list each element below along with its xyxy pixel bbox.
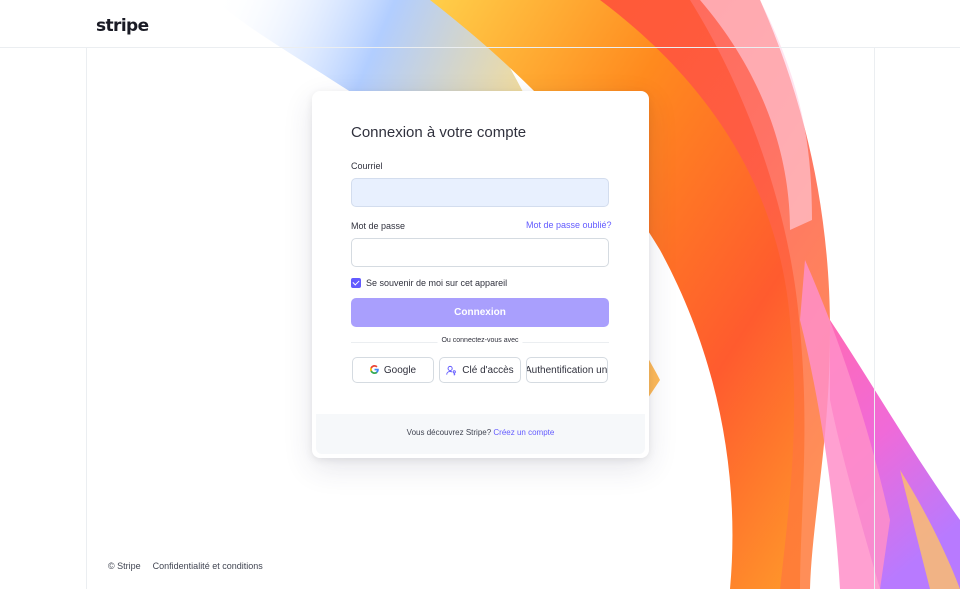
card-footer: Vous découvrez Stripe? Créez un compte <box>316 414 645 454</box>
password-field[interactable] <box>351 238 609 267</box>
top-bar: stripe <box>0 0 960 48</box>
google-login-button[interactable]: Google <box>352 357 434 383</box>
email-field[interactable] <box>351 178 609 207</box>
login-button[interactable]: Connexion <box>351 298 609 327</box>
sso-login-button[interactable]: Authentification un <box>526 357 608 383</box>
password-label: Mot de passe <box>351 221 406 231</box>
login-card: Connexion à votre compte Courriel Mot de… <box>312 91 649 458</box>
page-footer: © Stripe Confidentialité et conditions <box>108 561 263 571</box>
privacy-terms-link[interactable]: Confidentialité et conditions <box>153 561 263 571</box>
layout-rail-right <box>874 48 875 589</box>
email-label: Courriel <box>351 161 383 171</box>
remember-label: Se souvenir de moi sur cet appareil <box>366 278 508 288</box>
create-account-link[interactable]: Créez un compte <box>493 428 554 437</box>
remember-me[interactable]: Se souvenir de moi sur cet appareil <box>351 277 507 289</box>
signup-prompt-text: Vous découvrez Stripe? <box>406 428 492 437</box>
stripe-logo[interactable]: stripe <box>96 16 149 36</box>
passkey-login-button[interactable]: Clé d'accès <box>439 357 521 383</box>
passkey-icon <box>446 365 457 376</box>
signup-prompt: Vous découvrez Stripe? Créez un compte <box>316 428 645 437</box>
sso-label: Authentification un <box>526 364 608 376</box>
layout-rail-left <box>86 48 87 589</box>
divider-text: Ou connectez-vous avec <box>437 337 523 344</box>
copyright-link[interactable]: © Stripe <box>108 561 141 571</box>
page-title: Connexion à votre compte <box>351 124 527 141</box>
google-label: Google <box>383 364 417 376</box>
passkey-label: Clé d'accès <box>462 364 514 376</box>
forgot-password-link[interactable]: Mot de passe oublié? <box>526 220 612 230</box>
google-icon <box>369 364 379 376</box>
remember-checkbox[interactable] <box>351 278 361 288</box>
alt-login-divider: Ou connectez-vous avec <box>351 337 609 347</box>
